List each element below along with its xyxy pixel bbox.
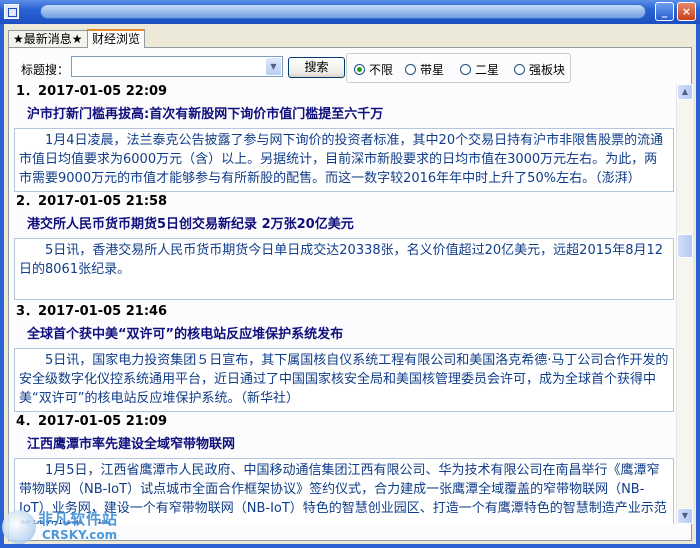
radio-selected-icon — [354, 64, 365, 75]
news-timestamp: 2．2017-01-05 21:58 — [16, 194, 168, 209]
news-body: 5日讯，国家电力投资集团５日宣布，其下属国核自仪系统工程有限公司和美国洛克希德·… — [14, 348, 674, 412]
radio-icon — [514, 64, 525, 75]
news-title[interactable]: 江西鹰潭市率先建设全域窄带物联网 — [10, 436, 676, 454]
vertical-scrollbar[interactable]: ▲ ▼ — [676, 84, 693, 524]
filter-option-two-star[interactable]: 二星 — [460, 63, 499, 77]
news-item: 1．2017-01-05 22:09 沪市打新门槛再拔高:首次有新股网下询价市值… — [10, 84, 676, 192]
filter-option-star[interactable]: 带星 — [405, 63, 444, 77]
news-title[interactable]: 港交所人民币货币期货5日创交易新纪录 2万张20亿美元 — [10, 216, 676, 234]
search-label: 标题搜： — [21, 63, 70, 77]
watermark-logo: 非凡软件站 CRSKY.com — [2, 506, 132, 546]
news-item: 4．2017-01-05 21:09 江西鹰潭市率先建设全域窄带物联网 1月5日… — [10, 414, 676, 524]
window-title — [40, 4, 646, 19]
search-button[interactable]: 搜索 — [288, 57, 345, 78]
scroll-up-icon[interactable]: ▲ — [677, 84, 693, 100]
news-timestamp: 4．2017-01-05 21:09 — [16, 414, 168, 429]
watermark-text: 非凡软件站 — [38, 510, 119, 528]
news-item: 2．2017-01-05 21:58 港交所人民币货币期货5日创交易新纪录 2万… — [10, 194, 676, 300]
scrollbar-thumb[interactable] — [677, 234, 693, 258]
filter-option-all[interactable]: 不限 — [354, 63, 393, 77]
news-item: 3．2017-01-05 21:46 全球首个获中美“双许可”的核电站反应堆保护… — [10, 304, 676, 412]
title-bar: _ × — [0, 0, 700, 24]
minimize-button[interactable]: _ — [655, 2, 674, 21]
radio-icon — [405, 64, 416, 75]
radio-icon — [460, 64, 471, 75]
close-button[interactable]: × — [677, 2, 696, 21]
news-list[interactable]: 1．2017-01-05 22:09 沪市打新门槛再拔高:首次有新股网下询价市值… — [10, 84, 676, 524]
logo-icon — [2, 510, 36, 544]
app-icon[interactable] — [4, 4, 19, 19]
news-timestamp: 1．2017-01-05 22:09 — [16, 84, 168, 99]
news-timestamp: 3．2017-01-05 21:46 — [16, 304, 168, 319]
news-body: 1月4日凌晨，法兰泰克公告披露了参与网下询价的投资者标准，其中20个交易日持有沪… — [14, 128, 674, 192]
tab-latest-news[interactable]: ★最新消息★ — [8, 30, 88, 47]
scroll-down-icon[interactable]: ▼ — [677, 508, 693, 524]
news-title[interactable]: 沪市打新门槛再拔高:首次有新股网下询价市值门槛提至六千万 — [10, 106, 676, 124]
news-body: 5日讯，香港交易所人民币货币期货今日单日成交达20338张，名义价值超过20亿美… — [14, 238, 674, 300]
search-combobox[interactable]: ▼ — [71, 56, 283, 77]
news-title[interactable]: 全球首个获中美“双许可”的核电站反应堆保护系统发布 — [10, 326, 676, 344]
tab-finance-browse[interactable]: 财经浏览 — [87, 29, 146, 48]
chevron-down-icon[interactable]: ▼ — [266, 58, 281, 75]
watermark-subtext: CRSKY.com — [42, 528, 118, 542]
filter-option-strong-sector[interactable]: 强板块 — [514, 63, 565, 77]
